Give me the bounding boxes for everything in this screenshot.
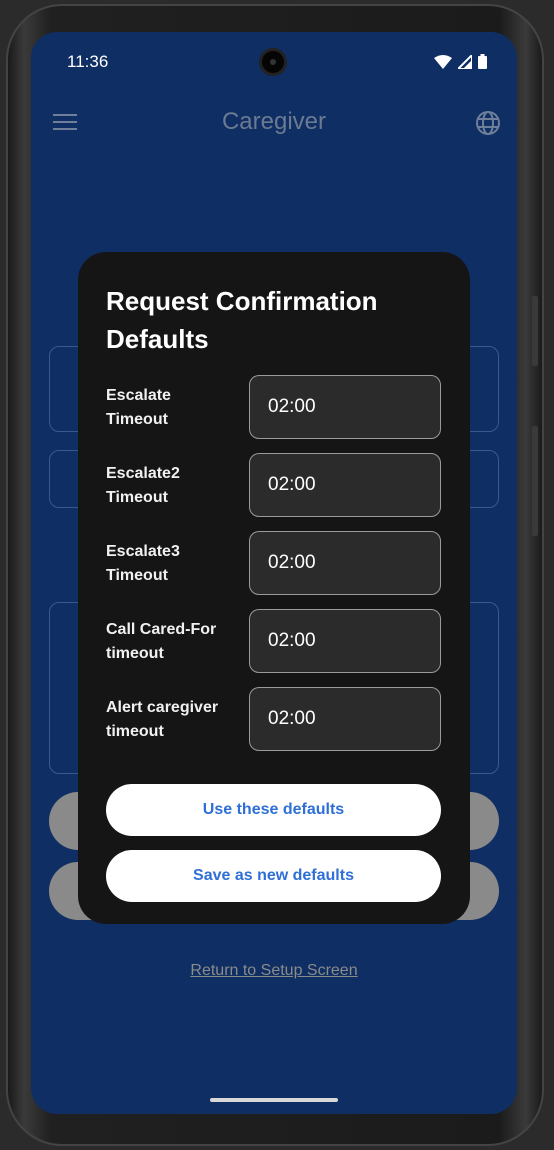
call-cared-for-timeout-field[interactable]: 02:00 <box>249 609 441 673</box>
front-camera <box>259 48 287 76</box>
phone-screen: 11:36 Caregiver Return to Setup Screen R… <box>31 32 517 1114</box>
globe-icon[interactable] <box>475 110 501 136</box>
escalate3-timeout-label: Escalate3 Timeout <box>106 543 180 584</box>
escalate-timeout-label: Escalate Timeout <box>106 387 171 428</box>
signal-icon <box>458 54 472 69</box>
battery-icon <box>478 54 487 69</box>
escalate3-timeout-field[interactable]: 02:00 <box>249 531 441 595</box>
return-to-setup-link[interactable]: Return to Setup Screen <box>31 962 517 980</box>
status-icons <box>434 54 487 69</box>
call-cared-for-timeout-label: Call Cared-For timeout <box>106 621 217 662</box>
alert-caregiver-timeout-field[interactable]: 02:00 <box>249 687 441 751</box>
escalate2-timeout-label: Escalate2 Timeout <box>106 465 180 506</box>
alert-caregiver-timeout-label: Alert caregiver timeout <box>106 699 219 740</box>
confirmation-defaults-dialog: Request Confirmation Defaults Escalate T… <box>78 252 470 924</box>
status-time: 11:36 <box>67 52 109 71</box>
power-button <box>532 426 538 536</box>
use-defaults-button[interactable]: Use these defaults <box>106 784 441 836</box>
volume-button <box>532 296 538 366</box>
wifi-icon <box>434 54 452 69</box>
app-title: Caregiver <box>221 108 327 135</box>
escalate2-timeout-field[interactable]: 02:00 <box>249 453 441 517</box>
save-defaults-button[interactable]: Save as new defaults <box>106 850 441 902</box>
dialog-title: Request Confirmation Defaults <box>106 286 378 354</box>
home-indicator[interactable] <box>210 1098 338 1102</box>
escalate-timeout-field[interactable]: 02:00 <box>249 375 441 439</box>
